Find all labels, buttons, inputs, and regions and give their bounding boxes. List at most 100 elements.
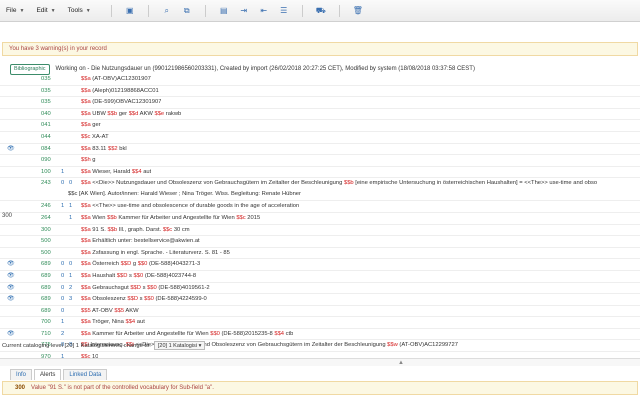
indicator-2[interactable]: 0	[69, 259, 77, 270]
cart-icon[interactable]: ⛟	[316, 6, 326, 16]
indicator-1[interactable]: 2	[61, 329, 69, 340]
eye-icon[interactable]: 👁	[7, 329, 17, 340]
field-value[interactable]: $$a Wieser, Harald $$4 aut	[81, 167, 151, 178]
marc-field-row[interactable]: 👁 689 0 2 $$a Gebrauchsgut $$D s $$0 (DE-588…	[0, 283, 640, 295]
marc-field-row[interactable]: 500 $$a Zsfassung in engl. Sprache. - Lit…	[0, 248, 640, 260]
marc-field-row[interactable]: 300 $$a 91 S. $$b Ill., graph. Darst. $$c…	[0, 225, 640, 237]
indicator-1[interactable]: 1	[61, 201, 69, 212]
eye-icon[interactable]: 👁	[7, 294, 17, 305]
field-value[interactable]: $$a 83.11 $$2 bkl	[81, 144, 127, 155]
field-value[interactable]: $$a ger	[81, 120, 101, 131]
delete-icon[interactable]: 🗑	[353, 6, 363, 16]
alert-row[interactable]: 300 Value "91 S." is not part of the con…	[2, 381, 638, 395]
field-value[interactable]: $$a Haushalt $$D s $$0 (DE-588)4023744-8	[81, 271, 196, 282]
marc-field-row[interactable]: 689 0 $$5 AT-OBV $$5 AKW	[0, 306, 640, 318]
indicator-1[interactable]: 0	[61, 306, 69, 317]
marc-field-row[interactable]: 040 $$a UBW $$b ger $$d AKW $$e rakwb	[0, 109, 640, 121]
marc-field-row[interactable]: 264 1 $$a Wien $$b Kammer für Arbeiter und…	[0, 213, 640, 225]
subfield-text: UBW	[90, 110, 108, 117]
marc-field-row[interactable]: 👁 689 0 0 $$a Österreich $$D g $$0 (DE-588)4…	[0, 259, 640, 271]
indicator-2[interactable]: 1	[69, 213, 77, 224]
drag-handle-icon[interactable]: ▲	[398, 360, 404, 366]
marc-field-row[interactable]: 041 $$a ger	[0, 120, 640, 132]
field-value[interactable]: $$a Tröger, Nina $$4 aut	[81, 317, 145, 328]
field-value[interactable]: $$a Erhältlich unter: bestellservice@akw…	[81, 236, 200, 247]
field-value[interactable]: $$a <<Die>> Nutzungsdauer und Obsoleszen…	[81, 178, 597, 189]
pane-divider[interactable]: ▲	[0, 358, 640, 366]
cataloging-level-value: [20] 1 Katalogisi	[157, 343, 198, 349]
field-value[interactable]: $$h g	[81, 155, 96, 166]
marc-field-row[interactable]: 👁 689 0 1 $$a Haushalt $$D s $$0 (DE-588)402…	[0, 271, 640, 283]
toolbar-divider	[147, 4, 149, 17]
indicator-2[interactable]: 2	[69, 283, 77, 294]
marc-field-row[interactable]: 100 1 $$a Wieser, Harald $$4 aut	[0, 167, 640, 179]
subfield-code: $$b	[107, 226, 118, 233]
marc-field-row[interactable]: 243 0 0 $$a <<Die>> Nutzungsdauer und Obsol…	[0, 178, 640, 202]
field-value[interactable]: $$5 AT-OBV $$5 AKW	[81, 306, 139, 317]
subfield-text: Gebrauchsgut	[90, 284, 131, 291]
eye-icon[interactable]: 👁	[7, 259, 17, 270]
document-list-icon[interactable]: ☰	[279, 6, 289, 16]
field-value[interactable]: $$c [AK Wien]. Autor/innen: Harald Wiese…	[68, 189, 301, 200]
field-value[interactable]: $$a UBW $$b ger $$d AKW $$e rakwb	[81, 109, 181, 120]
field-value[interactable]: $$a Österreich $$D g $$0 (DE-588)4043271…	[81, 259, 200, 270]
menu-file[interactable]: File ▼	[6, 7, 24, 14]
field-value[interactable]: $$a Gebrauchsgut $$D s $$0 (DE-588)40195…	[81, 283, 210, 294]
marc-field-row[interactable]: 035 $$a (Aleph)012198868ACC01	[0, 86, 640, 98]
indicator-2[interactable]: 3	[69, 294, 77, 305]
eye-icon[interactable]: 👁	[7, 144, 17, 155]
eye-icon[interactable]: 👁	[7, 271, 17, 282]
subfield-code: $$5	[114, 307, 125, 314]
marc-field-row[interactable]: 👁 084 $$a 83.11 $$2 bkl	[0, 144, 640, 156]
marc-field-row[interactable]: 700 1 $$a Tröger, Nina $$4 aut	[0, 317, 640, 329]
subfield-code: $$a	[81, 319, 91, 326]
copy-record-icon[interactable]: ⧉	[182, 6, 192, 16]
marc-field-row[interactable]: 090 $$h g	[0, 155, 640, 167]
tab-linked-data[interactable]: Linked Data	[63, 369, 108, 380]
field-value[interactable]: $$a Zsfassung in engl. Sprache. - Litera…	[81, 248, 230, 259]
menu-tools[interactable]: Tools ▼	[68, 7, 91, 14]
field-value[interactable]: $$a <<The>> use-time and obsolescence of…	[81, 201, 299, 212]
menu-edit[interactable]: Edit ▼	[36, 7, 55, 14]
field-value[interactable]: $$a (AT-OBV)AC12301907	[81, 74, 151, 85]
marc-field-row[interactable]: 👁 689 0 3 $$a Obsoleszenz $$D s $$0 (DE-588)…	[0, 294, 640, 306]
eye-icon[interactable]: 👁	[7, 283, 17, 294]
field-value[interactable]: $$a Wien $$b Kammer für Arbeiter und Ang…	[81, 213, 260, 224]
indicator-1[interactable]: 0	[61, 294, 69, 305]
marc-field-row[interactable]: 044 $$c XA-AT	[0, 132, 640, 144]
save-icon[interactable]: ▣	[125, 6, 135, 16]
marc-field-row[interactable]: 👁 710 2 $$a Kammer für Arbeiter und Angeste…	[0, 329, 640, 341]
subfield-code: $$a	[81, 110, 91, 117]
indicator-1[interactable]: 1	[61, 317, 69, 328]
cataloging-level-select[interactable]: [20] 1 Katalogisi ▾	[153, 341, 206, 350]
indicator-1[interactable]: 1	[61, 167, 69, 178]
search-record-icon[interactable]: ⌕	[162, 6, 172, 16]
cataloging-level-label: Current cataloging level [20] 1 Katalogi…	[2, 342, 151, 349]
field-value[interactable]: $$a (DE-599)OBVAC12301907	[81, 97, 161, 108]
field-tag: 710	[41, 330, 51, 337]
subfield-code: $$0	[147, 284, 157, 291]
marc-field-row[interactable]: 500 $$a Erhältlich unter: bestellservice@…	[0, 236, 640, 248]
indicator-1[interactable]: 0	[61, 271, 69, 282]
marc-field-row[interactable]: 035 $$a (AT-OBV)AC12301907	[0, 74, 640, 86]
field-value[interactable]: $$c XA-AT	[81, 132, 109, 143]
marc-field-row[interactable]: 246 1 1 $$a <<The>> use-time and obsolescen…	[0, 201, 640, 213]
tab-alerts[interactable]: Alerts	[34, 369, 62, 380]
field-tag: 500	[41, 238, 51, 245]
indicator-2[interactable]: 1	[69, 201, 77, 212]
field-value[interactable]: $$a Kammer für Arbeiter und Angestellte …	[81, 329, 293, 340]
indicator-2[interactable]: 1	[69, 271, 77, 282]
marc-field-row[interactable]: 035 $$a (DE-599)OBVAC12301907	[0, 97, 640, 109]
document-import-icon[interactable]: ⇤	[259, 6, 269, 16]
field-value[interactable]: $$a 91 S. $$b Ill., graph. Darst. $$c 30…	[81, 225, 190, 236]
document-icon[interactable]: ▤	[219, 6, 229, 16]
document-export-icon[interactable]: ⇥	[239, 6, 249, 16]
indicator-1[interactable]: 0	[61, 178, 69, 189]
subfield-code: $$a	[81, 296, 91, 303]
indicator-2[interactable]: 0	[69, 178, 77, 189]
field-value[interactable]: $$a Obsoleszenz $$D s $$0 (DE-588)422459…	[81, 294, 207, 305]
field-value[interactable]: $$a (Aleph)012198868ACC01	[81, 86, 159, 97]
indicator-1[interactable]: 0	[61, 259, 69, 270]
tab-info[interactable]: Info	[10, 369, 33, 380]
indicator-1[interactable]: 0	[61, 283, 69, 294]
